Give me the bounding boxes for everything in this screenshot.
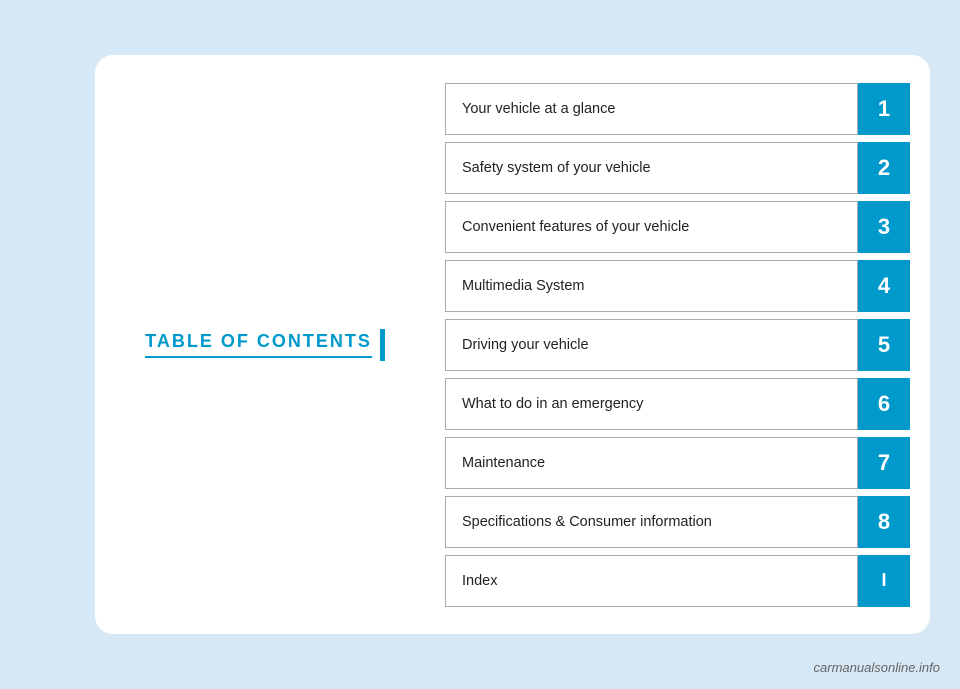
toc-number-2: 2 <box>858 142 910 194</box>
toc-row[interactable]: Multimedia System4 <box>445 260 910 312</box>
toc-number-8: 8 <box>858 496 910 548</box>
toc-row[interactable]: Driving your vehicle5 <box>445 319 910 371</box>
toc-row[interactable]: Your vehicle at a glance1 <box>445 83 910 135</box>
toc-number-1: 1 <box>858 83 910 135</box>
toc-row[interactable]: Convenient features of your vehicle3 <box>445 201 910 253</box>
toc-label-9: Index <box>445 555 858 607</box>
toc-number-9: I <box>858 555 910 607</box>
toc-title-container: TABLE OF CONTENTS <box>145 329 385 361</box>
left-section: TABLE OF CONTENTS <box>95 55 435 634</box>
toc-label-7: Maintenance <box>445 437 858 489</box>
toc-number-7: 7 <box>858 437 910 489</box>
toc-label-8: Specifications & Consumer information <box>445 496 858 548</box>
toc-row[interactable]: IndexI <box>445 555 910 607</box>
toc-row[interactable]: Safety system of your vehicle2 <box>445 142 910 194</box>
content-area: TABLE OF CONTENTS Your vehicle at a glan… <box>95 55 930 634</box>
toc-label-3: Convenient features of your vehicle <box>445 201 858 253</box>
toc-label-6: What to do in an emergency <box>445 378 858 430</box>
toc-title-bar <box>380 329 385 361</box>
toc-label-5: Driving your vehicle <box>445 319 858 371</box>
toc-list: Your vehicle at a glance1Safety system o… <box>435 63 930 627</box>
toc-row[interactable]: What to do in an emergency6 <box>445 378 910 430</box>
toc-label-4: Multimedia System <box>445 260 858 312</box>
toc-number-5: 5 <box>858 319 910 371</box>
toc-row[interactable]: Maintenance7 <box>445 437 910 489</box>
toc-number-6: 6 <box>858 378 910 430</box>
toc-number-4: 4 <box>858 260 910 312</box>
footer-watermark: carmanualsonline.info <box>814 660 940 675</box>
toc-label-1: Your vehicle at a glance <box>445 83 858 135</box>
toc-number-3: 3 <box>858 201 910 253</box>
toc-label-2: Safety system of your vehicle <box>445 142 858 194</box>
toc-row[interactable]: Specifications & Consumer information8 <box>445 496 910 548</box>
toc-title: TABLE OF CONTENTS <box>145 331 372 358</box>
